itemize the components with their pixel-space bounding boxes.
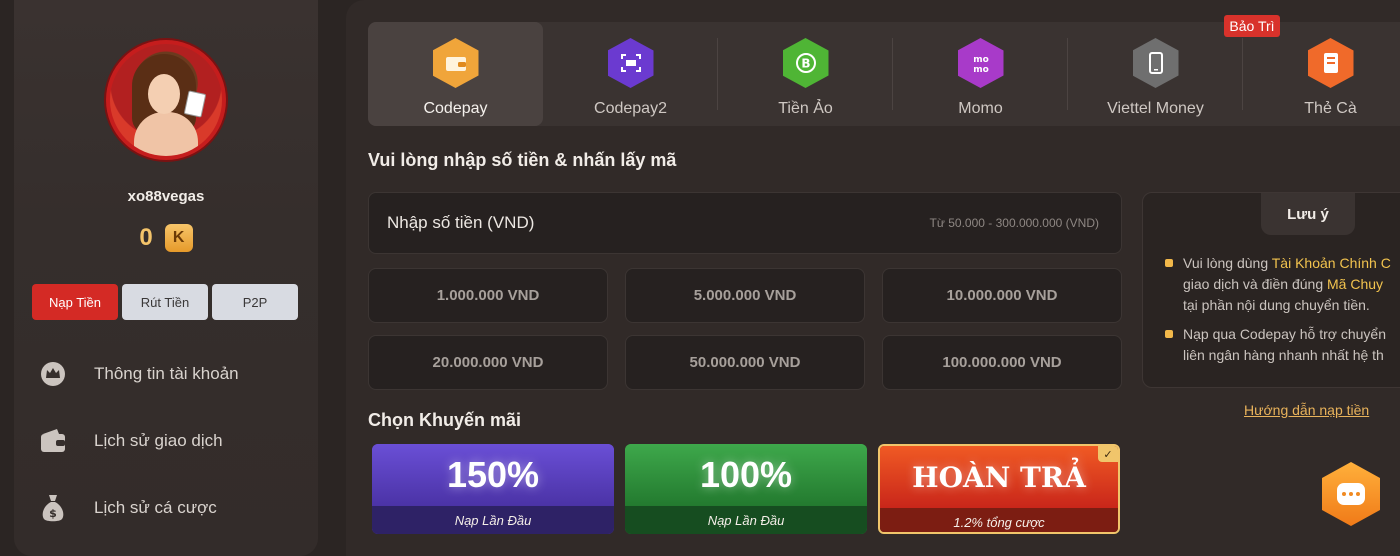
method-label: Codepay	[423, 100, 488, 117]
sidebar-item-account-info[interactable]: Thông tin tài khoản	[38, 340, 308, 407]
check-icon: ✓	[1098, 446, 1118, 462]
promo-caption: Nạp Lần Đầu	[625, 506, 867, 534]
promo-100[interactable]: 100% Nạp Lần Đầu	[625, 444, 867, 534]
wallet-icon	[38, 426, 68, 456]
maintenance-badge: Bảo Trì	[1224, 15, 1280, 37]
svg-text:B: B	[801, 57, 810, 71]
avatar[interactable]	[106, 40, 226, 160]
sidebar-menu: Thông tin tài khoản Lịch sử giao dịch $ …	[38, 340, 308, 541]
tab-p2p[interactable]: P2P	[212, 284, 298, 320]
promo-section-title: Chọn Khuyến mãi	[368, 410, 522, 430]
method-label: Thẻ Cà	[1304, 100, 1357, 117]
note-list: Vui lòng dùng Tài Khoản Chính C giao dịc…	[1163, 253, 1400, 374]
amount-section-title: Vui lòng nhập số tiền & nhấn lấy mã	[368, 150, 677, 170]
note-text: giao dịch và điền đúng	[1183, 276, 1327, 292]
chat-icon	[1337, 483, 1365, 505]
method-momo[interactable]: mo mo Momo	[893, 22, 1068, 126]
note-text: liên ngân hàng nhanh nhất hệ th	[1183, 347, 1384, 363]
method-label: Tiền Ảo	[778, 100, 833, 117]
note-highlight: Mã Chuy	[1327, 276, 1384, 292]
phone-icon	[1132, 38, 1179, 88]
sidebar-item-bet-history[interactable]: $ Lịch sử cá cược	[38, 474, 308, 541]
note-text: Nạp qua Codepay hỗ trợ chuyển	[1183, 326, 1386, 342]
amount-option[interactable]: 1.000.000 VND	[368, 268, 608, 323]
method-label: Codepay2	[594, 100, 667, 117]
balance-row: 0 K	[14, 224, 318, 252]
tab-withdraw[interactable]: Rút Tiền	[122, 284, 208, 320]
deposit-guide-link[interactable]: Hướng dẫn nạp tiền	[1244, 402, 1369, 418]
card-icon	[1307, 38, 1354, 88]
method-codepay2[interactable]: Codepay2	[543, 22, 718, 126]
note-text: Vui lòng dùng	[1183, 255, 1272, 271]
amount-option[interactable]: 10.000.000 VND	[882, 268, 1122, 323]
promo-caption: Nạp Lần Đầu	[372, 506, 614, 534]
sidebar-item-label: Lịch sử giao dịch	[94, 430, 223, 450]
tab-deposit[interactable]: Nạp Tiền	[32, 284, 118, 320]
promo-value: 150%	[372, 444, 614, 506]
bitcoin-icon: B	[782, 38, 829, 88]
balance-value: 0	[139, 224, 153, 251]
promo-value: HOÀN TRẢ	[880, 446, 1118, 508]
amount-option[interactable]: 100.000.000 VND	[882, 335, 1122, 390]
coin-icon: K	[164, 224, 193, 252]
method-label: Viettel Money	[1107, 100, 1204, 117]
avatar-image	[110, 44, 222, 156]
username: xo88vegas	[127, 188, 205, 205]
payment-methods: Codepay Codepay2 B Tiền Ảo mo mo Momo Vi…	[368, 22, 1400, 126]
promo-150[interactable]: 150% Nạp Lần Đầu	[372, 444, 614, 534]
chat-support-button[interactable]	[1322, 462, 1380, 526]
sidebar: xo88vegas 0 K Nạp Tiền Rút Tiền P2P Thôn…	[14, 0, 318, 556]
amount-option[interactable]: 50.000.000 VND	[625, 335, 865, 390]
promo-caption: 1.2% tổng cược	[880, 508, 1118, 532]
amount-option[interactable]: 5.000.000 VND	[625, 268, 865, 323]
method-viettel-money[interactable]: Viettel Money	[1068, 22, 1243, 126]
main-panel: Codepay Codepay2 B Tiền Ảo mo mo Momo Vi…	[346, 0, 1400, 556]
money-bag-icon: $	[38, 493, 68, 523]
amount-option[interactable]: 20.000.000 VND	[368, 335, 608, 390]
promo-cashback[interactable]: HOÀN TRẢ 1.2% tổng cược ✓	[878, 444, 1120, 534]
svg-text:mo: mo	[973, 65, 989, 74]
note-title: Lưu ý	[1261, 193, 1355, 235]
wallet-tabs: Nạp Tiền Rút Tiền P2P	[32, 284, 298, 320]
method-crypto[interactable]: B Tiền Ảo	[718, 22, 893, 126]
promo-value: 100%	[625, 444, 867, 506]
note-item: Vui lòng dùng Tài Khoản Chính C giao dịc…	[1163, 253, 1400, 316]
sidebar-item-transaction-history[interactable]: Lịch sử giao dịch	[38, 407, 308, 474]
svg-text:$: $	[49, 507, 57, 520]
wallet-icon	[432, 38, 479, 88]
sidebar-item-label: Thông tin tài khoản	[94, 363, 239, 383]
amount-input[interactable]: Nhập số tiền (VND) Từ 50.000 - 300.000.0…	[368, 192, 1122, 254]
note-text: tại phần nội dung chuyển tiền.	[1183, 297, 1370, 313]
sidebar-item-label: Lịch sử cá cược	[94, 497, 217, 517]
method-codepay[interactable]: Codepay	[368, 22, 543, 126]
amount-input-label: Nhập số tiền (VND)	[387, 213, 535, 232]
note-item: Nạp qua Codepay hỗ trợ chuyển liên ngân …	[1163, 324, 1400, 366]
note-card: Lưu ý Vui lòng dùng Tài Khoản Chính C gi…	[1142, 192, 1400, 388]
note-highlight: Tài Khoản Chính C	[1271, 255, 1391, 271]
amount-range-hint: Từ 50.000 - 300.000.000 (VND)	[929, 216, 1099, 230]
method-label: Momo	[958, 100, 1003, 117]
scan-icon	[607, 38, 654, 88]
svg-text:mo: mo	[973, 55, 989, 65]
method-card[interactable]: Thẻ Cà	[1243, 22, 1400, 126]
crown-icon	[38, 359, 68, 389]
momo-icon: mo mo	[957, 38, 1004, 88]
